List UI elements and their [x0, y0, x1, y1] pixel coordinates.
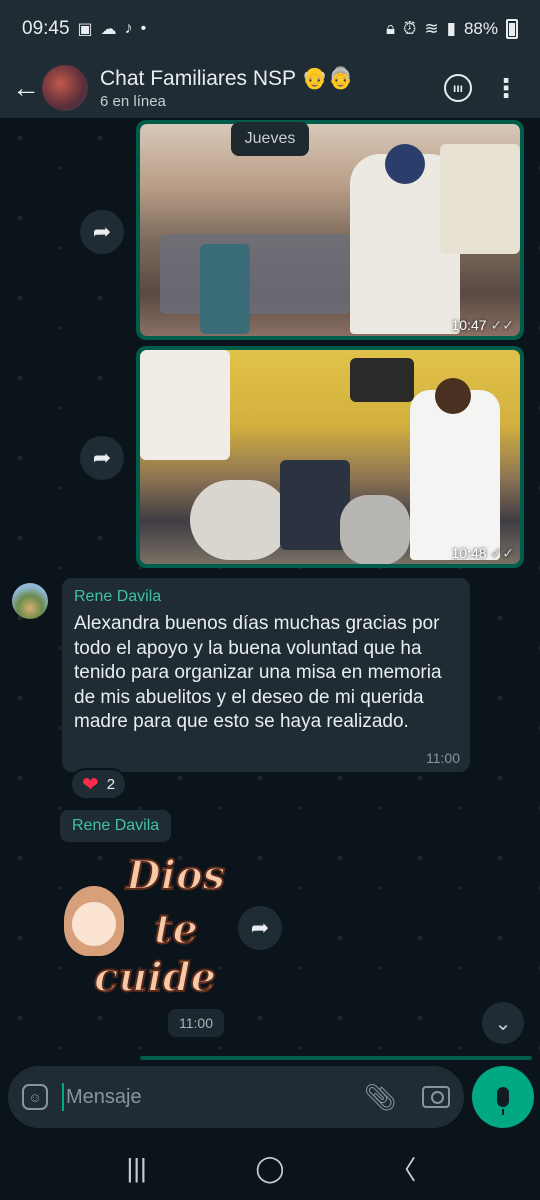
photo	[140, 350, 520, 564]
chat-info[interactable]: Chat Familiares NSP 👴👵 6 en línea	[100, 67, 432, 110]
message-composer: ☺ 📎︎	[8, 1066, 464, 1128]
forward-button[interactable]: ➦	[80, 210, 124, 254]
alarm-icon: ⏰︎	[403, 19, 417, 38]
chat-title: Chat Familiares NSP 👴👵	[100, 66, 354, 90]
battery-icon	[506, 19, 518, 39]
sticker-face	[72, 902, 116, 946]
sender-avatar[interactable]	[12, 583, 48, 619]
sticker-message[interactable]: Dios te cuide	[64, 846, 234, 1006]
dot-icon: •	[140, 20, 147, 37]
signal-icon: ▮	[446, 19, 456, 38]
message-time: 10:47 ✓✓	[451, 317, 514, 333]
home-icon[interactable]: ◯	[245, 1153, 295, 1184]
forward-button[interactable]: ➦	[80, 436, 124, 480]
message-text: Alexandra buenos días muchas gracias por…	[74, 613, 442, 732]
image-message[interactable]: 10:47 ✓✓	[136, 120, 524, 340]
microphone-icon	[497, 1087, 509, 1115]
lock-icon: 🔒︎	[386, 19, 396, 38]
back-arrow-icon[interactable]: ←	[12, 72, 40, 104]
system-nav-bar: ||| ◯ 〈	[0, 1136, 540, 1200]
message-time: 11:00	[426, 750, 460, 766]
forward-button[interactable]: ➦	[238, 906, 282, 950]
cloud-icon: ☁	[100, 21, 117, 38]
forward-icon: ➦	[250, 915, 270, 940]
message-time: 10:48 ✓✓	[451, 545, 514, 561]
voice-note-button[interactable]	[472, 1066, 534, 1128]
message-input[interactable]	[62, 1083, 354, 1111]
voice-chat-button[interactable]: ııı	[436, 66, 480, 110]
sender-name[interactable]: Rene Davila	[74, 588, 458, 606]
sender-name[interactable]: Rene Davila	[60, 810, 172, 842]
attach-icon[interactable]: 📎︎	[364, 1082, 397, 1113]
sticker-icon[interactable]: ☺	[22, 1084, 48, 1110]
reaction-badge[interactable]: ❤ 2	[70, 768, 128, 800]
status-system-icons: 🔒︎ ⏰︎ ≋ ▮ 88%	[386, 19, 518, 39]
photo	[140, 124, 520, 336]
sticker-word: cuide	[93, 953, 217, 1002]
date-separator: Jueves	[231, 122, 309, 156]
status-bar: 09:45 ▣ ☁ ♪ • 🔒︎ ⏰︎ ≋ ▮ 88%	[0, 0, 540, 58]
group-avatar[interactable]	[42, 65, 88, 111]
sticker-word: te	[153, 905, 199, 954]
chevron-double-down-icon: ⌄	[494, 1012, 512, 1035]
image-icon: ▣	[77, 21, 93, 38]
tiktok-icon: ♪	[124, 20, 133, 37]
sticker-word: Dios	[125, 851, 226, 900]
camera-icon[interactable]	[422, 1086, 450, 1108]
more-options-button[interactable]: ⋮	[484, 66, 528, 110]
recent-apps-icon[interactable]: |||	[112, 1153, 162, 1184]
wifi-icon: ≋	[424, 19, 439, 38]
back-icon[interactable]: 〈	[378, 1150, 428, 1187]
message-time: 11:00	[168, 1009, 224, 1037]
scroll-to-bottom-button[interactable]: ⌄	[482, 1002, 524, 1044]
next-message-edge	[140, 1056, 532, 1060]
chat-messages[interactable]: Jueves 10:47 ✓✓ ➦ 10:48 ✓✓ ➦ Rene Davila A…	[0, 118, 540, 1068]
forward-icon: ➦	[92, 219, 112, 244]
read-receipt-icon: ✓✓	[490, 545, 514, 561]
chat-header: ← Chat Familiares NSP 👴👵 6 en línea ııı …	[0, 58, 540, 118]
online-count: 6 en línea	[100, 92, 166, 110]
battery-percent: 88%	[463, 19, 498, 38]
read-receipt-icon: ✓✓	[490, 317, 514, 333]
incoming-message[interactable]: Rene Davila Alexandra buenos días muchas…	[62, 578, 470, 772]
voice-chat-icon: ııı	[444, 74, 472, 102]
heart-icon: ❤	[82, 773, 99, 796]
more-vertical-icon: ⋮	[493, 72, 519, 103]
forward-icon: ➦	[92, 445, 112, 470]
status-time: 09:45	[22, 18, 70, 39]
image-message[interactable]: 10:48 ✓✓	[136, 346, 524, 568]
reaction-count: 2	[106, 775, 116, 793]
status-notification-icons: ▣ ☁ ♪ •	[78, 19, 147, 39]
